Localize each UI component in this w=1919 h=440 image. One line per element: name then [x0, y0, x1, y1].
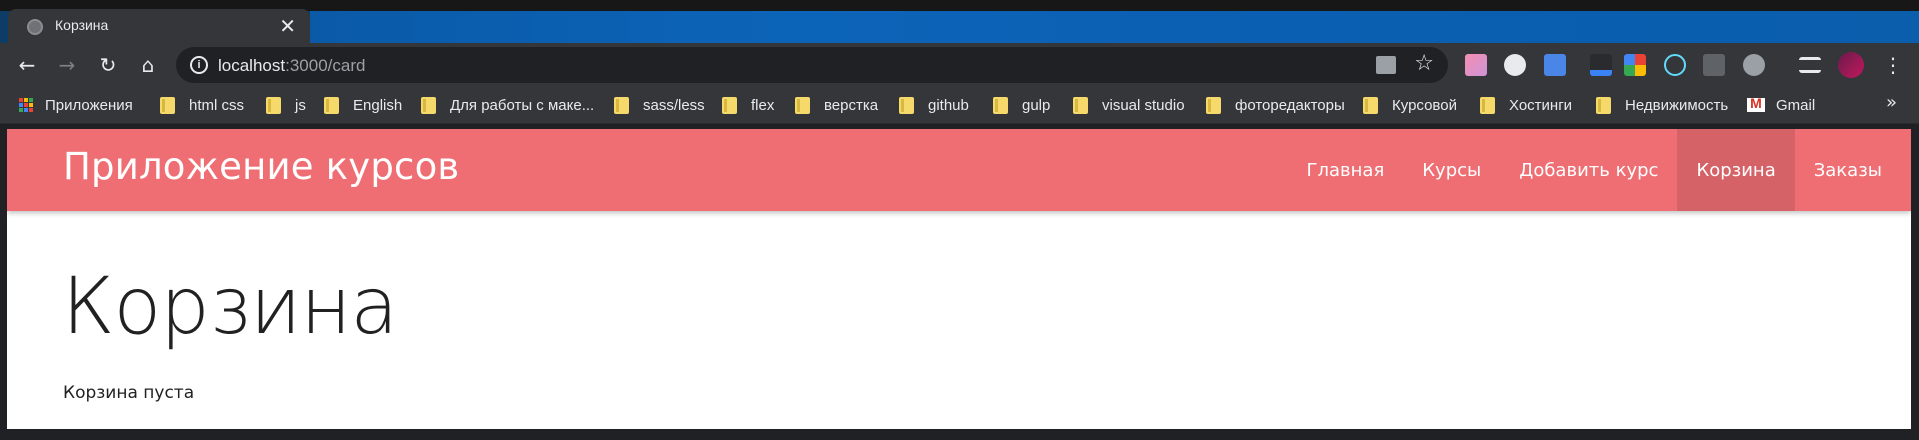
browser-toolbar: ← → ↻ ⌂ i localhost:3000/card ☆ ⋮	[0, 43, 1919, 86]
browser-menu-icon[interactable]: ⋮	[1878, 50, 1908, 80]
folder-icon	[1363, 96, 1378, 114]
bookmarks-bar: Приложения html css js English Для работ…	[0, 86, 1919, 124]
bookmark-folder[interactable]: Недвижимость	[1596, 95, 1728, 115]
bookmark-label: flex	[751, 96, 775, 114]
folder-icon	[899, 96, 914, 114]
folder-icon	[1073, 96, 1088, 114]
folder-icon	[160, 96, 175, 114]
translate-icon[interactable]	[1376, 56, 1396, 74]
bookmark-folder[interactable]: js	[266, 95, 306, 115]
nav-link-cart[interactable]: Корзина	[1677, 129, 1795, 211]
extension-picker-icon[interactable]	[1590, 54, 1612, 76]
folder-icon	[722, 96, 737, 114]
bookmark-label: Gmail	[1776, 96, 1816, 114]
extension-grid-icon[interactable]	[1624, 54, 1646, 76]
bookmark-folder[interactable]: html css	[160, 95, 244, 115]
bookmark-gmail[interactable]: Gmail	[1747, 95, 1815, 115]
site-info-icon[interactable]: i	[190, 56, 208, 74]
bookmark-label: English	[353, 96, 403, 114]
site-brand[interactable]: Приложение курсов	[63, 145, 459, 188]
folder-icon	[266, 96, 281, 114]
gmail-icon	[1747, 95, 1765, 112]
folder-icon	[993, 96, 1008, 114]
bookmark-folder[interactable]: github	[899, 95, 969, 115]
bookmark-label: js	[295, 96, 306, 114]
bookmark-label: фоторедакторы	[1235, 96, 1345, 114]
apps-grid-icon	[19, 98, 33, 112]
folder-icon	[324, 96, 339, 114]
url-text[interactable]: localhost:3000/card	[218, 56, 365, 76]
bookmark-label: Для работы с маке...	[450, 96, 595, 114]
url-host: localhost	[218, 56, 286, 75]
extension-ring-icon[interactable]	[1743, 54, 1765, 76]
page-viewport: Приложение курсов Главная Курсы Добавить…	[7, 129, 1911, 429]
bookmark-label: Приложения	[45, 96, 133, 114]
url-path: :3000/card	[285, 56, 366, 75]
nav-link-courses[interactable]: Курсы	[1403, 129, 1500, 211]
site-nav-links: Главная Курсы Добавить курс Корзина Зака…	[1288, 129, 1901, 211]
nav-link-orders[interactable]: Заказы	[1795, 129, 1901, 211]
folder-icon	[1480, 96, 1495, 114]
reload-icon[interactable]: ↻	[93, 50, 123, 80]
bookmarks-overflow-icon[interactable]: »	[1886, 92, 1897, 113]
react-devtools-icon[interactable]	[1664, 54, 1686, 76]
bookmark-label: Хостинги	[1509, 96, 1573, 114]
forward-icon[interactable]: →	[52, 50, 82, 80]
nav-link-home[interactable]: Главная	[1288, 129, 1404, 211]
nav-link-add-course[interactable]: Добавить курс	[1500, 129, 1677, 211]
tab-strip: Корзина ✕	[0, 0, 1919, 43]
tab-title: Корзина	[55, 17, 109, 33]
extension-translate-icon[interactable]	[1544, 54, 1566, 76]
close-tab-icon[interactable]: ✕	[279, 14, 296, 39]
bookmark-folder[interactable]: фоторедакторы	[1206, 95, 1345, 115]
extension-chat-icon[interactable]	[1504, 54, 1526, 76]
bookmark-folder[interactable]: English	[324, 95, 402, 115]
bookmark-label: github	[928, 96, 969, 114]
browser-tab[interactable]: Корзина ✕	[8, 9, 310, 43]
bookmark-folder[interactable]: gulp	[993, 95, 1050, 115]
home-icon[interactable]: ⌂	[133, 50, 163, 80]
extension-grey-icon[interactable]	[1703, 54, 1725, 76]
bookmark-label: visual studio	[1102, 96, 1185, 114]
bookmark-folder[interactable]: верстка	[795, 95, 878, 115]
profile-avatar[interactable]	[1838, 52, 1864, 78]
extension-gradient-icon[interactable]	[1465, 54, 1487, 76]
bookmark-label: Курсовой	[1392, 96, 1457, 114]
bookmark-folder[interactable]: Хостинги	[1480, 95, 1572, 115]
media-control-icon[interactable]	[1799, 57, 1821, 73]
folder-icon	[1596, 96, 1611, 114]
site-navbar: Приложение курсов Главная Курсы Добавить…	[7, 129, 1911, 211]
bookmark-folder[interactable]: flex	[722, 95, 774, 115]
bookmark-label: gulp	[1022, 96, 1051, 114]
page-title: Корзина	[62, 262, 398, 352]
bookmark-folder[interactable]: Курсовой	[1363, 95, 1457, 115]
cart-empty-message: Корзина пуста	[63, 383, 195, 403]
bookmark-folder[interactable]: visual studio	[1073, 95, 1185, 115]
bookmark-label: html css	[189, 96, 245, 114]
bookmark-folder[interactable]: sass/less	[614, 95, 705, 115]
folder-icon	[1206, 96, 1221, 114]
folder-icon	[614, 96, 629, 114]
bookmark-label: верстка	[824, 96, 879, 114]
folder-icon	[421, 96, 436, 114]
address-bar[interactable]: i localhost:3000/card ☆	[176, 47, 1448, 83]
bookmark-star-icon[interactable]: ☆	[1414, 51, 1434, 76]
bookmark-apps[interactable]: Приложения	[19, 95, 133, 115]
tab-strip-background	[310, 11, 1919, 43]
back-icon[interactable]: ←	[12, 50, 42, 80]
globe-icon	[27, 19, 43, 35]
bookmark-folder[interactable]: Для работы с маке...	[421, 95, 594, 115]
folder-icon	[795, 96, 810, 114]
bookmark-label: sass/less	[643, 96, 705, 114]
bookmark-label: Недвижимость	[1625, 96, 1729, 114]
